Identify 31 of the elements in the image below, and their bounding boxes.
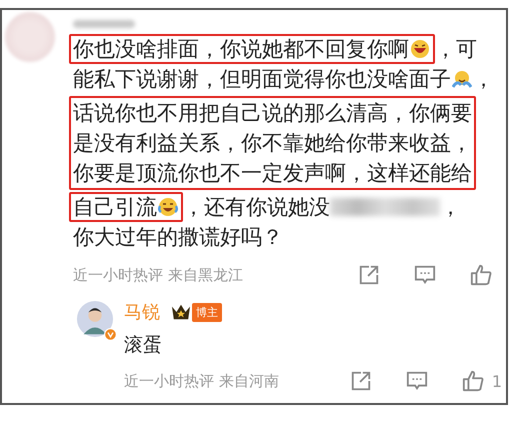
crown-icon [170, 303, 192, 321]
comment-text: 你要是顶流你也不一定发声啊，这样还能给 [73, 160, 472, 187]
comment-text: 能私下说谢谢，但明面觉得你也没啥面子 [73, 66, 451, 93]
comment-text: ， [440, 194, 461, 221]
comment-icon[interactable] [414, 264, 436, 286]
reply-text: 滚蛋 [124, 333, 163, 358]
comment-text: 话说你也不用把自己说的那么清高，你俩要 [73, 100, 472, 127]
verified-badge-icon [104, 328, 117, 341]
like-count: 1 [492, 372, 502, 390]
blurred-username [73, 20, 135, 28]
share-icon[interactable] [358, 264, 380, 286]
hugging-emoji-icon [452, 69, 472, 89]
share-icon[interactable] [350, 370, 372, 392]
comment-meta: 近一小时热评 来自黑龙江 [73, 266, 243, 284]
role-badge: 博主 [192, 302, 222, 322]
comment-text: 自己引流 [73, 194, 157, 220]
avatar[interactable] [76, 300, 114, 338]
like-icon[interactable] [462, 370, 484, 392]
laughing-emoji-icon [410, 39, 430, 59]
comment-text: 你大过年的撒谎好吗？ [73, 224, 283, 251]
reply-meta: 近一小时热评 来自河南 [124, 372, 279, 390]
like-icon[interactable] [470, 264, 492, 286]
comment-text: ，还有你说她没 [183, 194, 330, 221]
comment-icon[interactable] [406, 370, 428, 392]
comment-text: 你也没啥排面，你说她都不回复你啊 [73, 36, 409, 62]
comment-text: ， [473, 66, 494, 93]
user-name[interactable]: 马锐 [124, 300, 160, 324]
crying-laughing-emoji-icon [158, 197, 178, 217]
comment-text: 是没有利益关系，你不靠她给你带来收益， [73, 130, 472, 157]
comment-text: ，可 [435, 36, 477, 63]
blurred-avatar [5, 12, 55, 62]
